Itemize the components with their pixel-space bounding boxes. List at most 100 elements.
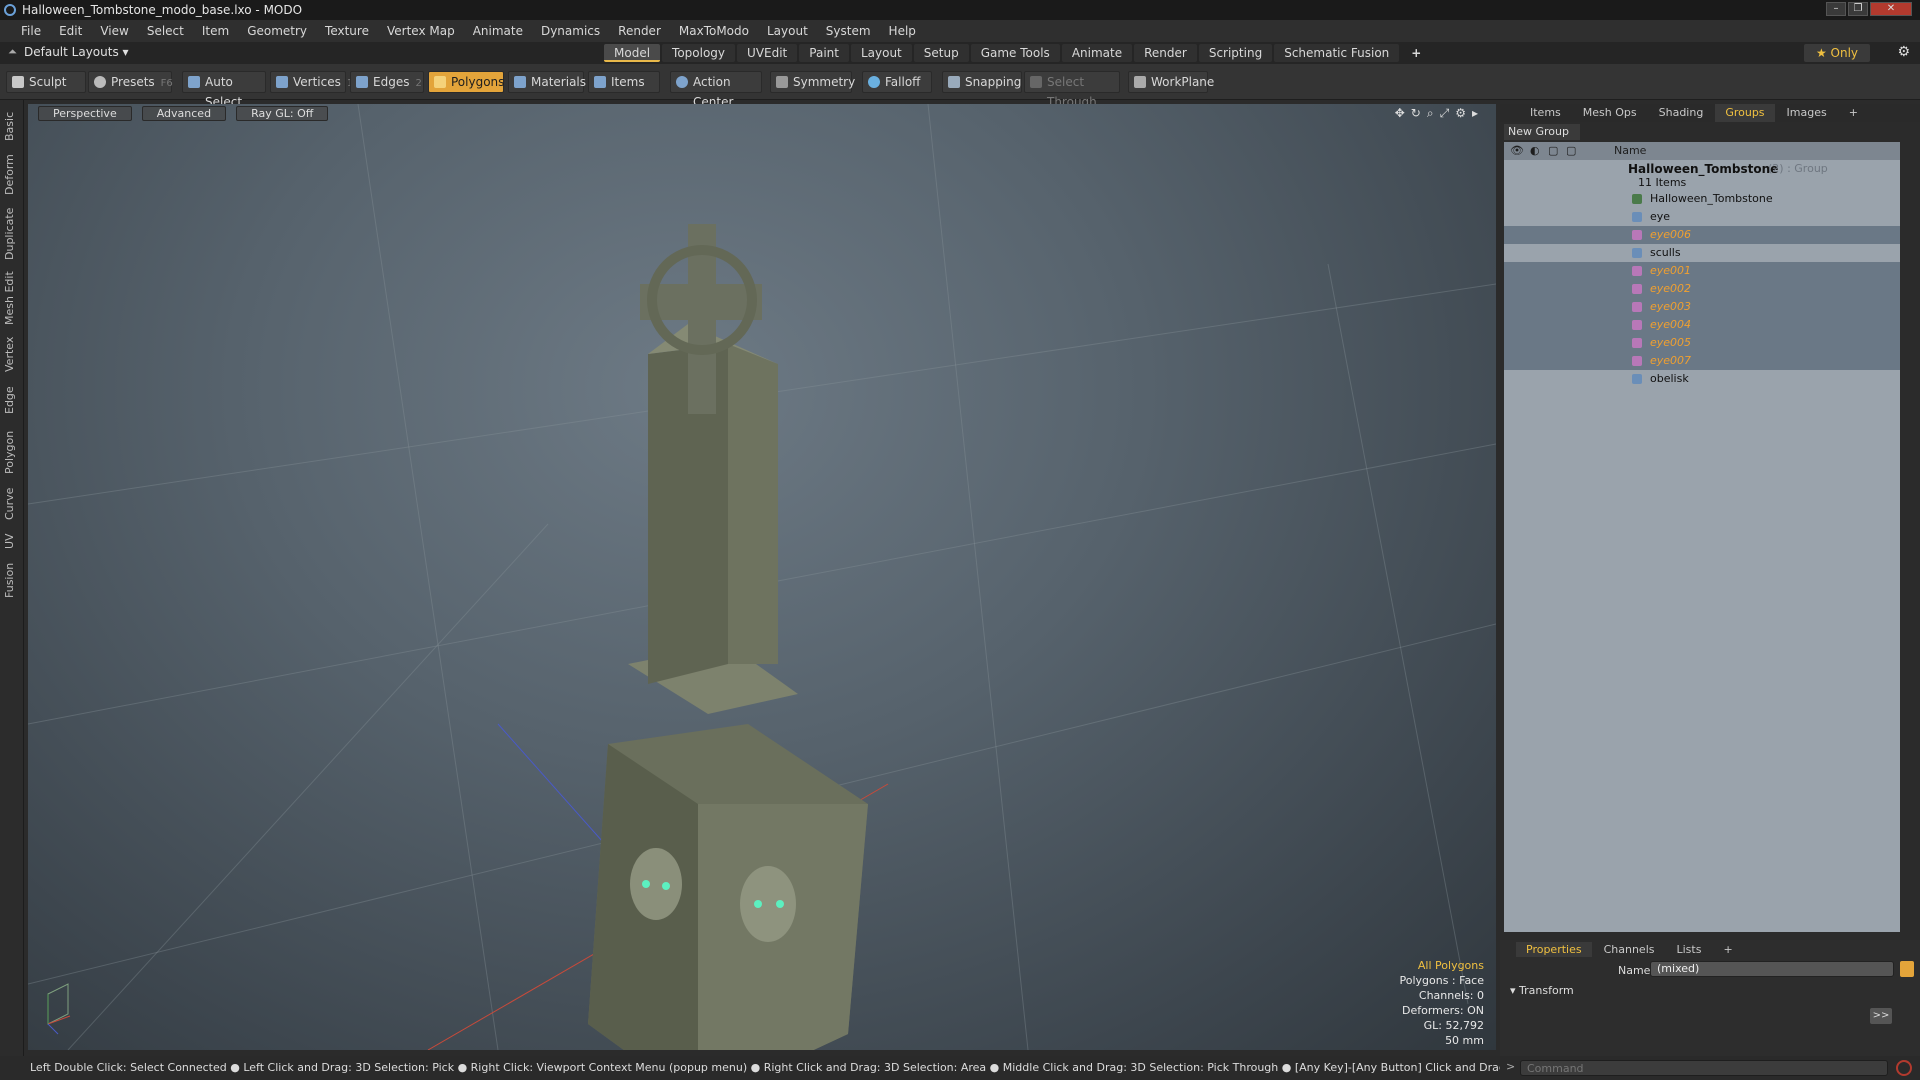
tab-game-tools[interactable]: Game Tools bbox=[970, 44, 1060, 62]
menu-item-dynamics[interactable]: Dynamics bbox=[532, 24, 609, 38]
left-tab-polygon[interactable]: Polygon bbox=[3, 424, 21, 480]
left-tab-uv[interactable]: UV bbox=[3, 528, 21, 554]
menu-item-render[interactable]: Render bbox=[609, 24, 670, 38]
visibility-icon[interactable]: 👁 bbox=[1510, 142, 1524, 160]
materials-button[interactable]: Materials bbox=[508, 71, 586, 93]
workplane-button[interactable]: WorkPlane bbox=[1128, 71, 1214, 93]
properties-tab-add[interactable]: + bbox=[1713, 942, 1742, 957]
add-tab-button[interactable]: + bbox=[1401, 44, 1431, 62]
edges-button[interactable]: Edges 2 bbox=[350, 71, 424, 93]
new-group-button[interactable]: New Group bbox=[1504, 124, 1580, 140]
menu-item-layout[interactable]: Layout bbox=[758, 24, 817, 38]
menu-item-file[interactable]: File bbox=[12, 24, 50, 38]
transform-section[interactable]: ▾ Transform bbox=[1510, 984, 1574, 997]
tree-item[interactable]: eye bbox=[1504, 208, 1900, 226]
tree-item[interactable]: eye007 bbox=[1504, 352, 1900, 370]
tree-item[interactable]: sculls bbox=[1504, 244, 1900, 262]
tree-item[interactable]: obelisk bbox=[1504, 370, 1900, 388]
close-button[interactable]: ✕ bbox=[1870, 2, 1912, 16]
expand-button[interactable]: >> bbox=[1870, 1008, 1892, 1024]
properties-tab-properties[interactable]: Properties bbox=[1516, 942, 1592, 957]
raygl-button[interactable]: Ray GL: Off bbox=[236, 106, 329, 121]
menu-item-edit[interactable]: Edit bbox=[50, 24, 91, 38]
tree-item[interactable]: eye002 bbox=[1504, 280, 1900, 298]
tab-schematic-fusion[interactable]: Schematic Fusion bbox=[1274, 44, 1400, 62]
menu-item-item[interactable]: Item bbox=[193, 24, 238, 38]
shading-mode-button[interactable]: Advanced bbox=[141, 106, 227, 121]
layout-selector[interactable]: Default Layouts ▾ bbox=[24, 45, 129, 59]
tab-render[interactable]: Render bbox=[1134, 44, 1197, 62]
left-tab-deform[interactable]: Deform bbox=[3, 150, 21, 200]
menu-item-texture[interactable]: Texture bbox=[316, 24, 378, 38]
viewport-settings-icon[interactable]: ⚙ bbox=[1455, 106, 1466, 121]
tab-animate[interactable]: Animate bbox=[1061, 44, 1133, 62]
sculpt-button[interactable]: Sculpt bbox=[6, 71, 86, 93]
fit-icon[interactable]: ⤢ bbox=[1440, 106, 1450, 121]
tree-item[interactable]: eye003 bbox=[1504, 298, 1900, 316]
tab-paint[interactable]: Paint bbox=[799, 44, 849, 62]
left-tab-curve[interactable]: Curve bbox=[3, 484, 21, 524]
select-lock-icon[interactable]: ▢ bbox=[1566, 142, 1576, 160]
right-tab-groups[interactable]: Groups bbox=[1715, 104, 1775, 122]
command-input[interactable] bbox=[1520, 1060, 1888, 1076]
right-tab-shading[interactable]: Shading bbox=[1649, 104, 1714, 122]
tree-item[interactable]: eye005 bbox=[1504, 334, 1900, 352]
polygons-button[interactable]: Polygons bbox=[428, 71, 504, 93]
lock-icon[interactable]: ▢ bbox=[1548, 142, 1558, 160]
view-mode-button[interactable]: Perspective bbox=[38, 106, 132, 121]
items-button[interactable]: Items bbox=[588, 71, 660, 93]
left-tab-duplicate[interactable]: Duplicate bbox=[3, 204, 21, 264]
tab-model[interactable]: Model bbox=[604, 44, 661, 62]
vertices-button[interactable]: Vertices1 bbox=[270, 71, 353, 93]
tree-item[interactable]: eye004 bbox=[1504, 316, 1900, 334]
left-tab-edge[interactable]: Edge bbox=[3, 380, 21, 420]
right-tab-add[interactable]: + bbox=[1839, 104, 1868, 122]
3d-viewport[interactable]: Perspective Advanced Ray GL: Off ✥ ↻ ⌕ ⤢… bbox=[28, 104, 1496, 1050]
stop-icon[interactable] bbox=[1896, 1060, 1912, 1076]
menu-item-geometry[interactable]: Geometry bbox=[238, 24, 316, 38]
menu-item-vertex-map[interactable]: Vertex Map bbox=[378, 24, 464, 38]
menu-item-view[interactable]: View bbox=[91, 24, 137, 38]
falloff-button[interactable]: Falloff bbox=[862, 71, 932, 93]
right-tab-images[interactable]: Images bbox=[1777, 104, 1837, 122]
left-tab-basic[interactable]: Basic bbox=[3, 106, 21, 146]
tree-item[interactable]: Halloween_Tombstone bbox=[1504, 190, 1900, 208]
tab-uvedit[interactable]: UVEdit bbox=[737, 44, 798, 62]
snapping-button[interactable]: Snapping bbox=[942, 71, 1022, 93]
properties-tab-channels[interactable]: Channels bbox=[1594, 942, 1665, 957]
maximize-button[interactable]: ❐ bbox=[1848, 2, 1868, 16]
left-tab-mesh-edit[interactable]: Mesh Edit bbox=[3, 268, 21, 328]
rotate-icon[interactable]: ↻ bbox=[1411, 106, 1421, 121]
name-color-button[interactable] bbox=[1900, 961, 1914, 977]
name-field[interactable]: (mixed) bbox=[1650, 961, 1894, 977]
menu-item-maxtomodo[interactable]: MaxToModo bbox=[670, 24, 758, 38]
left-tab-vertex[interactable]: Vertex bbox=[3, 332, 21, 376]
tab-setup[interactable]: Setup bbox=[913, 44, 969, 62]
tab-topology[interactable]: Topology bbox=[662, 44, 736, 62]
tab-layout[interactable]: Layout bbox=[850, 44, 912, 62]
group-row[interactable]: Halloween_Tombstone (2) : Group 11 Items bbox=[1504, 160, 1900, 190]
zoom-icon[interactable]: ⌕ bbox=[1427, 106, 1434, 121]
menu-item-system[interactable]: System bbox=[817, 24, 880, 38]
left-tab-fusion[interactable]: Fusion bbox=[3, 558, 21, 602]
pan-icon[interactable]: ✥ bbox=[1395, 106, 1405, 121]
minimize-button[interactable]: – bbox=[1826, 2, 1846, 16]
tree-item[interactable]: eye006 bbox=[1504, 226, 1900, 244]
render-icon[interactable]: ◐ bbox=[1530, 142, 1540, 160]
menu-item-animate[interactable]: Animate bbox=[464, 24, 532, 38]
properties-tab-lists[interactable]: Lists bbox=[1667, 942, 1712, 957]
right-tab-items[interactable]: Items bbox=[1520, 104, 1571, 122]
symmetry-button[interactable]: Symmetry bbox=[770, 71, 855, 93]
viewport-menu-icon[interactable]: ▸ bbox=[1472, 106, 1478, 121]
menu-item-help[interactable]: Help bbox=[880, 24, 925, 38]
menu-item-select[interactable]: Select bbox=[138, 24, 193, 38]
presets-button[interactable]: Presets F6 bbox=[88, 71, 173, 93]
gear-icon[interactable]: ⚙ bbox=[1897, 44, 1910, 60]
right-tab-mesh-ops[interactable]: Mesh Ops bbox=[1573, 104, 1647, 122]
auto-select-button[interactable]: Auto Select bbox=[182, 71, 266, 109]
tab-scripting[interactable]: Scripting bbox=[1198, 44, 1273, 62]
select-through-button[interactable]: Select Through bbox=[1024, 71, 1120, 109]
action-center-button[interactable]: Action Center bbox=[670, 71, 762, 109]
only-button[interactable]: ★ Only bbox=[1804, 44, 1870, 62]
tree-item[interactable]: eye001 bbox=[1504, 262, 1900, 280]
